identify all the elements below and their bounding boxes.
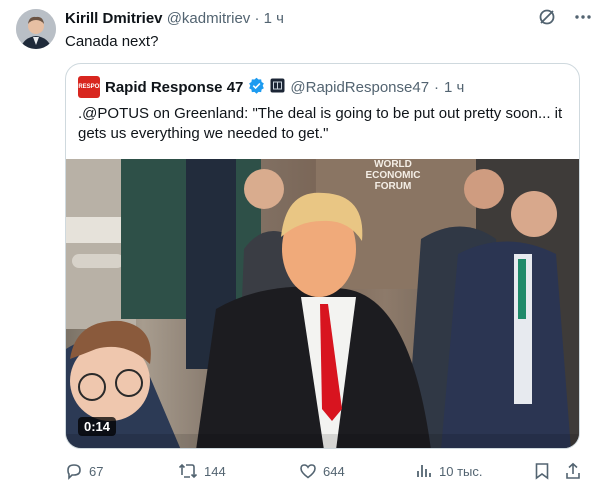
separator-dot: · (254, 10, 260, 27)
reply-count: 67 (89, 463, 104, 479)
tweet-text: Canada next? (65, 33, 159, 50)
reply-button[interactable]: 67 (65, 462, 103, 480)
verified-badge-icon (248, 77, 265, 98)
quote-author-name[interactable]: Rapid Response 47 (105, 79, 243, 96)
author-name[interactable]: Kirill Dmitriev (65, 10, 163, 27)
like-count: 644 (323, 463, 345, 479)
repost-button[interactable]: 144 (178, 462, 226, 480)
more-icon[interactable] (574, 8, 592, 31)
repost-count: 144 (204, 463, 226, 479)
wef-banner: WORLD ECONOMIC FORUM (365, 159, 421, 192)
quote-header: RAPID RESPONSE 47 Rapid Response 47 @Rap… (66, 76, 464, 98)
avatar[interactable] (16, 9, 56, 49)
video-player[interactable]: WORLD ECONOMIC FORUM 0:14 (66, 159, 579, 448)
affiliate-badge-icon (270, 78, 285, 97)
repost-icon (178, 462, 198, 480)
quote-handle[interactable]: @RapidResponse47 (290, 79, 429, 96)
like-icon (299, 462, 317, 480)
quote-text: .@POTUS on Greenland: "The deal is going… (78, 105, 563, 142)
share-icon[interactable] (564, 462, 582, 480)
tweet-top-actions (538, 8, 592, 31)
quote-separator: · (434, 78, 440, 96)
like-button[interactable]: 644 (299, 462, 345, 480)
video-frame (66, 159, 579, 448)
action-bar: 67 144 644 10 тыс. (65, 462, 585, 484)
video-duration: 0:14 (78, 417, 117, 436)
grok-icon[interactable] (538, 8, 556, 31)
quote-avatar[interactable]: RAPID RESPONSE 47 (66, 76, 120, 98)
views-button[interactable]: 10 тыс. (415, 462, 482, 480)
author-handle[interactable]: @kadmitriev (167, 10, 251, 27)
reply-icon (65, 462, 83, 480)
quoted-tweet[interactable]: RAPID RESPONSE 47 Rapid Response 47 @Rap… (65, 63, 580, 449)
tweet-time[interactable]: 1 ч (264, 10, 284, 27)
views-count: 10 тыс. (439, 463, 483, 479)
views-icon (415, 462, 433, 480)
quote-time[interactable]: 1 ч (444, 79, 464, 96)
bookmark-icon[interactable] (534, 462, 550, 480)
tweet-header: Kirill Dmitriev @kadmitriev · 1 ч (65, 9, 284, 29)
